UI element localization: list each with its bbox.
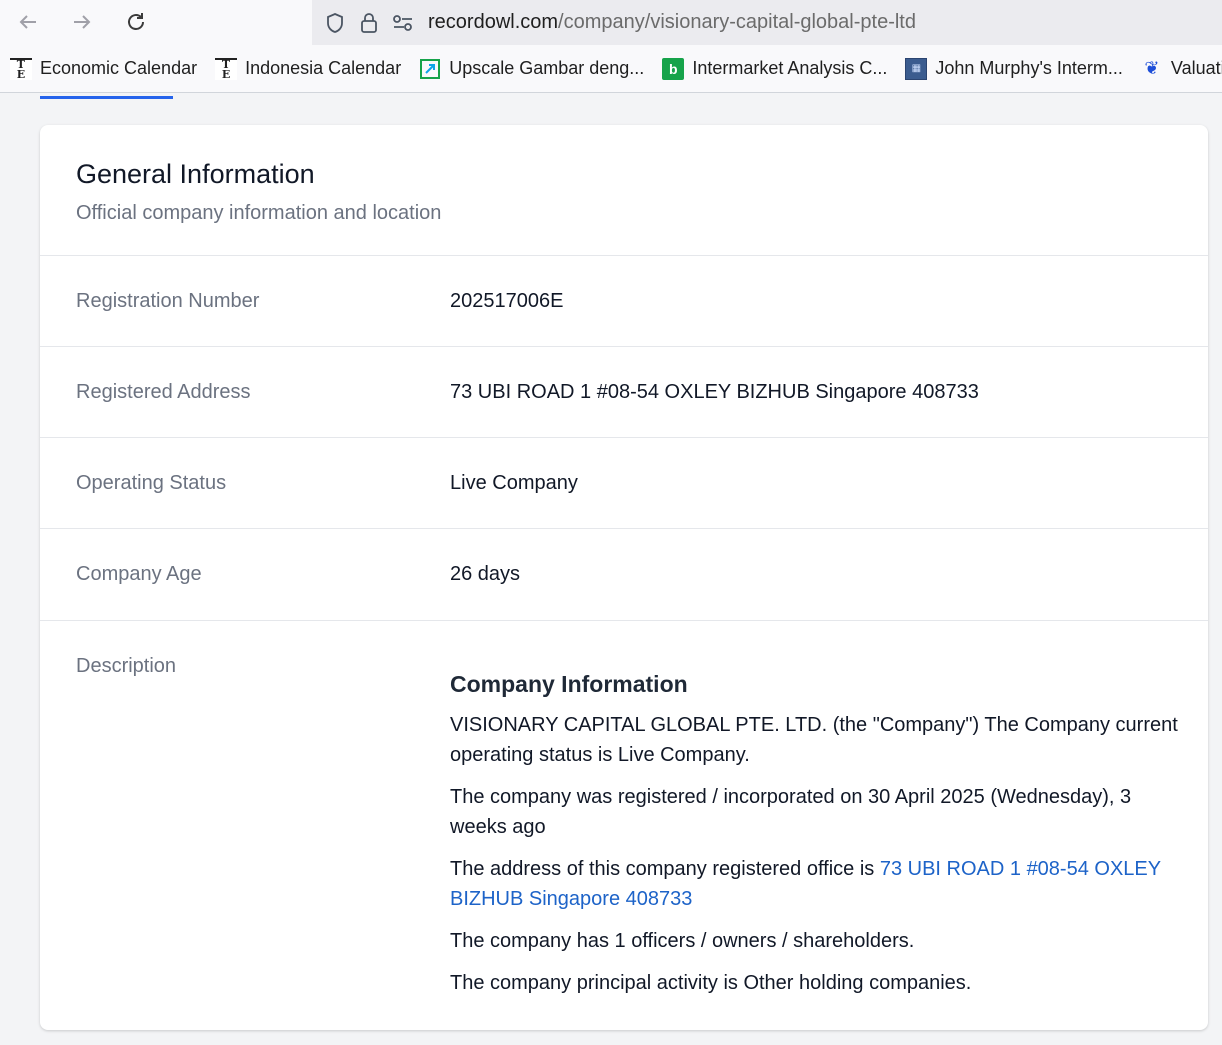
registered-address-link[interactable]: 73 UBI ROAD 1 #08-54 OXLEY BIZHUB Singap… xyxy=(450,381,979,404)
shield-icon[interactable] xyxy=(320,8,350,38)
address-prefix: The address of this company registered o… xyxy=(450,858,880,880)
registered-address-label: Registered Address xyxy=(76,380,251,403)
operating-status-row: Operating Status Live Company xyxy=(40,438,1208,529)
valuation-icon: ❦ xyxy=(1144,58,1160,78)
card-header: General Information Official company inf… xyxy=(40,125,1208,256)
company-age-row: Company Age 26 days xyxy=(40,529,1208,620)
address-bar[interactable]: recordowl.com/company/visionary-capital-… xyxy=(312,0,1222,45)
upscale-icon xyxy=(419,58,441,80)
b-icon: b xyxy=(662,57,685,80)
operating-status-value: Live Company xyxy=(450,471,578,494)
site-settings-icon[interactable] xyxy=(388,8,418,38)
registered-address-row: Registered Address 73 UBI ROAD 1 #08-54 … xyxy=(40,347,1208,438)
bookmark-label: Upscale Gambar deng... xyxy=(449,58,645,78)
registration-number-label: Registration Number xyxy=(76,289,260,312)
company-age-value: 26 days xyxy=(450,563,521,585)
operating-status-label: Operating Status xyxy=(76,471,227,494)
bookmark-label: Intermarket Analysis C... xyxy=(692,58,888,78)
description-paragraph: VISIONARY CAPITAL GLOBAL PTE. LTD. (the … xyxy=(450,714,1178,766)
bookmark-label: Valuatio xyxy=(1170,58,1222,78)
description-label: Description xyxy=(76,655,177,677)
active-tab-indicator xyxy=(40,96,173,99)
bookmark-valuation[interactable]: ❦ Valuatio xyxy=(1141,58,1222,80)
description-paragraph: The company principal activity is Other … xyxy=(450,972,972,994)
te-icon: TE xyxy=(10,57,32,80)
back-arrow-icon[interactable] xyxy=(12,6,44,38)
description-row: Description Company Information VISIONAR… xyxy=(40,620,1208,1010)
bookmark-label: John Murphy's Interm... xyxy=(935,58,1123,78)
card-subtitle: Official company information and locatio… xyxy=(76,202,442,224)
company-age-label: Company Age xyxy=(76,563,202,585)
url-host: recordowl.com xyxy=(428,11,559,33)
bookmarks-bar: TE Economic Calendar TE Indonesia Calend… xyxy=(0,45,1222,93)
description-title: Company Information xyxy=(450,671,688,697)
jm-icon: ▦ xyxy=(905,57,928,80)
description-paragraph: The company has 1 officers / owners / sh… xyxy=(450,930,915,952)
reload-icon[interactable] xyxy=(120,6,152,38)
bookmark-john-murphy[interactable]: ▦ John Murphy's Interm... xyxy=(905,57,1123,80)
description-address-paragraph: The address of this company registered o… xyxy=(450,854,1180,914)
browser-toolbar: recordowl.com/company/visionary-capital-… xyxy=(0,0,1222,45)
url-text[interactable]: recordowl.com/company/visionary-capital-… xyxy=(428,11,916,34)
te-icon: TE xyxy=(215,57,238,80)
lock-icon[interactable] xyxy=(354,8,384,38)
registration-number-value: 202517006E xyxy=(450,289,564,312)
description-paragraph: The company was registered / incorporate… xyxy=(450,786,1132,838)
bookmark-label: Economic Calendar xyxy=(40,58,198,78)
registration-number-row: Registration Number 202517006E xyxy=(40,256,1208,347)
url-path: /company/visionary-capital-global-pte-lt… xyxy=(558,11,916,33)
forward-arrow-icon[interactable] xyxy=(66,6,98,38)
description-body: Company Information VISIONARY CAPITAL GL… xyxy=(450,655,1180,1010)
bookmark-label: Indonesia Calendar xyxy=(245,58,402,78)
bookmark-intermarket-analysis[interactable]: b Intermarket Analysis C... xyxy=(662,57,888,80)
card-title: General Information xyxy=(76,159,315,189)
bookmark-indonesia-calendar[interactable]: TE Indonesia Calendar xyxy=(215,57,402,80)
bookmark-economic-calendar[interactable]: TE Economic Calendar xyxy=(10,57,198,80)
bookmark-upscale-gambar[interactable]: Upscale Gambar deng... xyxy=(419,58,644,80)
general-information-card: General Information Official company inf… xyxy=(40,125,1208,1030)
